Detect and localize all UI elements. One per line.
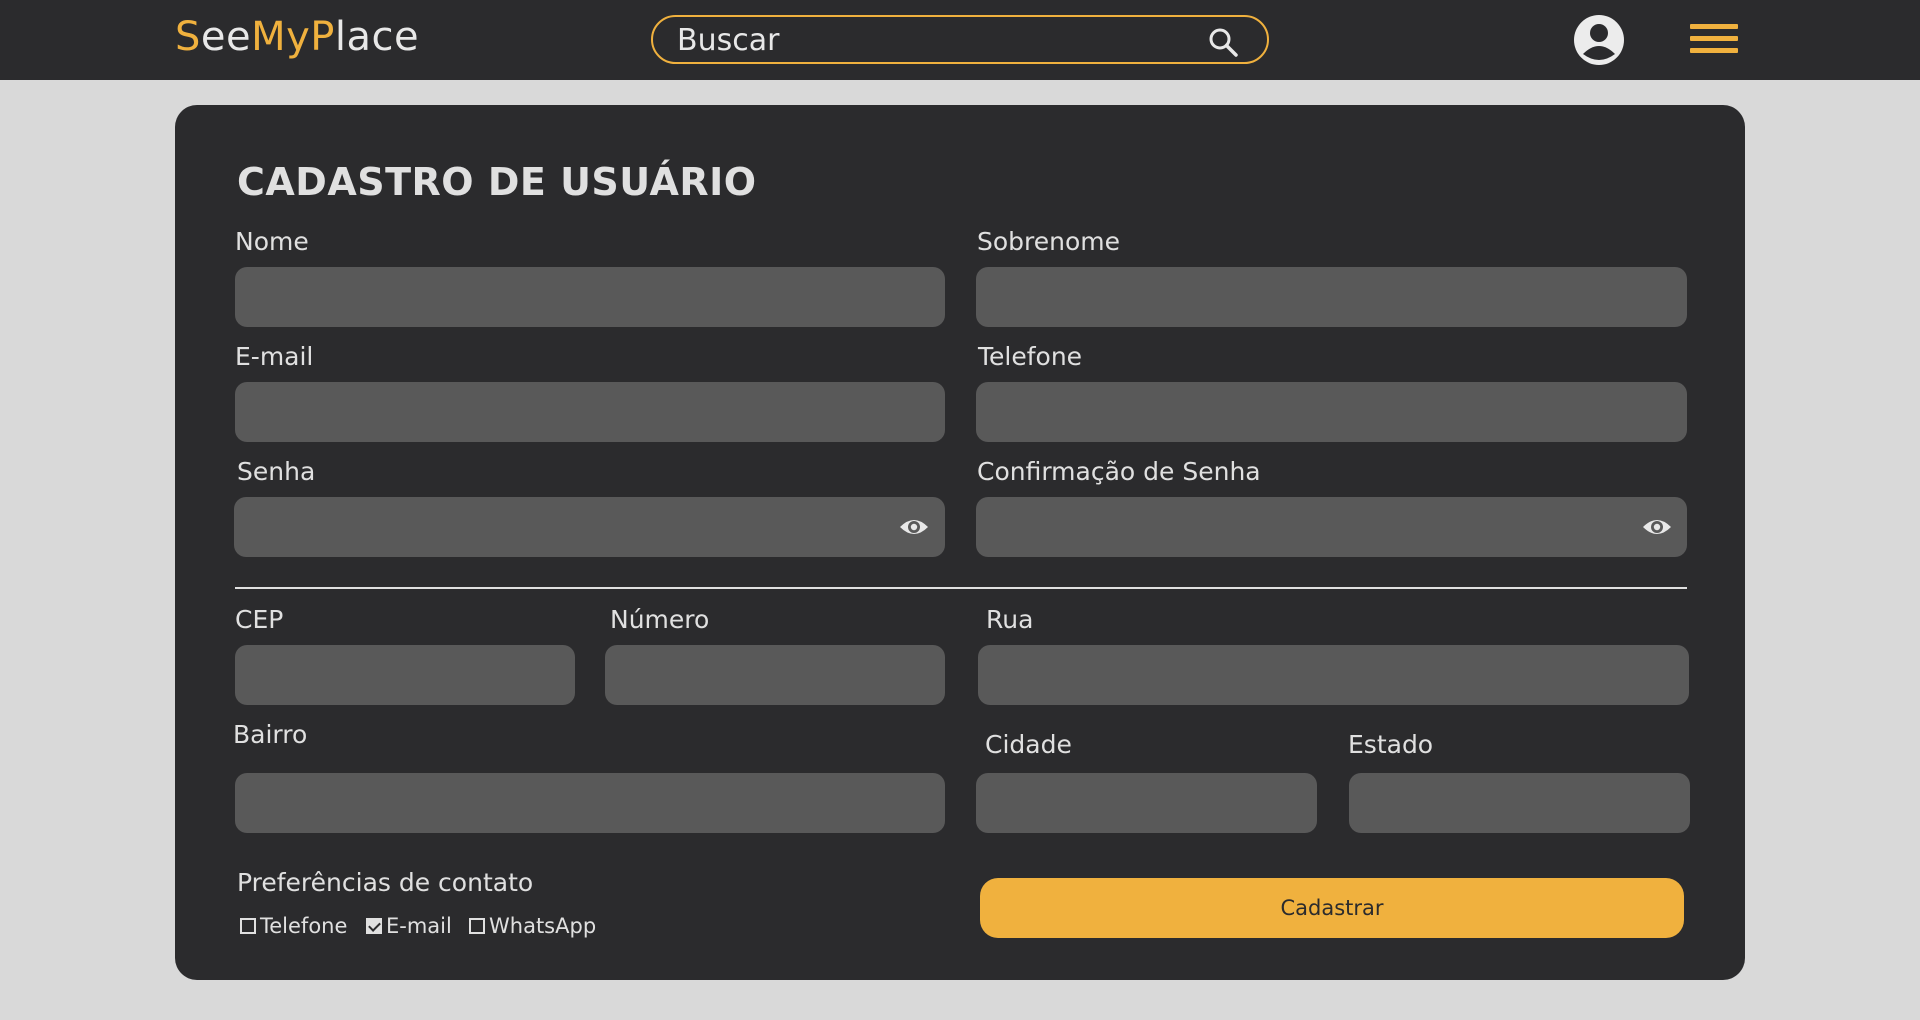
hamburger-menu-icon[interactable]: [1690, 24, 1738, 58]
menu-line: [1690, 24, 1738, 29]
user-avatar-icon[interactable]: [1573, 14, 1625, 66]
telefone-field[interactable]: [976, 382, 1687, 442]
numero-field[interactable]: [605, 645, 945, 705]
label-bairro: Bairro: [233, 720, 308, 749]
pref-email-checkbox[interactable]: E-mail: [366, 914, 452, 938]
label-cidade: Cidade: [985, 730, 1072, 759]
search-input[interactable]: [677, 23, 1177, 57]
checkbox-icon[interactable]: [240, 918, 256, 934]
logo-letter-s: S: [175, 14, 201, 60]
label-rua: Rua: [986, 605, 1034, 634]
top-navigation-bar: SeeMyPlace: [0, 0, 1920, 80]
cep-field[interactable]: [235, 645, 575, 705]
eye-icon[interactable]: [1642, 516, 1672, 538]
sobrenome-field[interactable]: [976, 267, 1687, 327]
label-email: E-mail: [235, 342, 314, 371]
section-divider: [235, 587, 1687, 589]
label-senha: Senha: [237, 457, 316, 486]
pref-telefone-checkbox[interactable]: Telefone: [240, 914, 347, 938]
pref-whatsapp-checkbox[interactable]: WhatsApp: [469, 914, 596, 938]
contact-preferences-title: Preferências de contato: [237, 868, 534, 897]
label-sobrenome: Sobrenome: [977, 227, 1121, 256]
email-field[interactable]: [235, 382, 945, 442]
rua-field[interactable]: [978, 645, 1689, 705]
label-cep: CEP: [235, 605, 284, 634]
app-logo[interactable]: SeeMyPlace: [175, 14, 419, 60]
nome-field[interactable]: [235, 267, 945, 327]
pref-whatsapp-label: WhatsApp: [489, 914, 597, 938]
cidade-field[interactable]: [976, 773, 1317, 833]
logo-text-my: My: [251, 14, 311, 60]
logo-letter-p: P: [310, 14, 335, 60]
confirm-password-field[interactable]: [976, 497, 1687, 557]
cadastrar-button[interactable]: Cadastrar: [980, 878, 1684, 938]
bairro-field[interactable]: [235, 773, 945, 833]
search-icon[interactable]: [1207, 26, 1239, 58]
label-numero: Número: [610, 605, 710, 634]
logo-text-ee: ee: [200, 14, 252, 60]
label-telefone: Telefone: [978, 342, 1083, 371]
search-bar: [651, 15, 1269, 64]
checkbox-checked-icon[interactable]: [366, 918, 382, 934]
estado-field[interactable]: [1349, 773, 1690, 833]
pref-telefone-label: Telefone: [260, 914, 348, 938]
pref-email-label: E-mail: [386, 914, 452, 938]
logo-text-lace: lace: [334, 14, 420, 60]
label-confirmacao-senha: Confirmação de Senha: [977, 457, 1261, 486]
menu-line: [1690, 48, 1738, 53]
registration-card: CADASTRO DE USUÁRIO Nome Sobrenome E-mai…: [175, 105, 1745, 980]
label-nome: Nome: [235, 227, 309, 256]
checkbox-icon[interactable]: [469, 918, 485, 934]
menu-line: [1690, 36, 1738, 41]
eye-icon[interactable]: [899, 516, 929, 538]
label-estado: Estado: [1348, 730, 1434, 759]
form-title: CADASTRO DE USUÁRIO: [237, 160, 757, 204]
password-field[interactable]: [234, 497, 945, 557]
